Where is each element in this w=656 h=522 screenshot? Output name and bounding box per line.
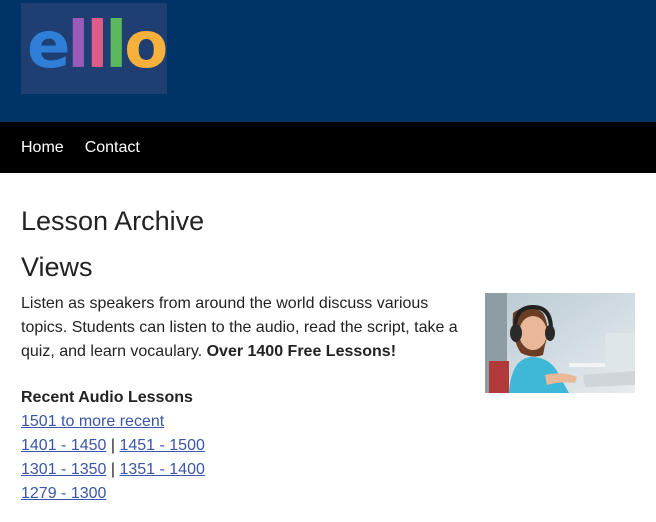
logo-letter-o: o	[124, 8, 167, 83]
main-content: Lesson Archive Views Listen as speakers …	[0, 204, 656, 506]
link-1279-1300[interactable]: 1279 - 1300	[21, 485, 106, 502]
logo-letter-l1: l	[67, 8, 89, 83]
link-1451-1500[interactable]: 1451 - 1500	[119, 437, 204, 454]
logo-letter-l2: l	[86, 8, 108, 83]
link-row-1401: 1401 - 1450 | 1451 - 1500	[21, 434, 635, 458]
link-1401-1450[interactable]: 1401 - 1450	[21, 437, 106, 454]
logo-letter-l3: l	[105, 8, 127, 83]
section-title: Views	[21, 252, 93, 282]
link-1351-1400[interactable]: 1351 - 1400	[119, 461, 204, 478]
nav-contact-link[interactable]: Contact	[85, 139, 140, 157]
link-separator: |	[110, 437, 116, 454]
student-photo-illustration	[485, 293, 635, 393]
nav-home-link[interactable]: Home	[21, 139, 64, 157]
intro-section: Listen as speakers from around the world…	[21, 292, 635, 393]
link-row-1301: 1301 - 1350 | 1351 - 1400	[21, 458, 635, 482]
page-title: Lesson Archive	[21, 206, 205, 236]
link-row-recent: 1501 to more recent	[21, 410, 635, 434]
student-headphones-photo	[485, 293, 635, 393]
link-separator: |	[110, 461, 116, 478]
site-header: e l l l o	[0, 0, 656, 122]
elllo-logo[interactable]: e l l l o	[21, 3, 167, 94]
logo-letter-e: e	[27, 8, 70, 83]
link-1501-more-recent[interactable]: 1501 to more recent	[21, 413, 164, 430]
intro-bold-text: Over 1400 Free Lessons!	[206, 343, 397, 360]
main-navigation: Home Contact	[0, 122, 656, 173]
intro-paragraph: Listen as speakers from around the world…	[21, 292, 466, 364]
link-row-1279: 1279 - 1300	[21, 482, 635, 506]
link-1301-1350[interactable]: 1301 - 1350	[21, 461, 106, 478]
